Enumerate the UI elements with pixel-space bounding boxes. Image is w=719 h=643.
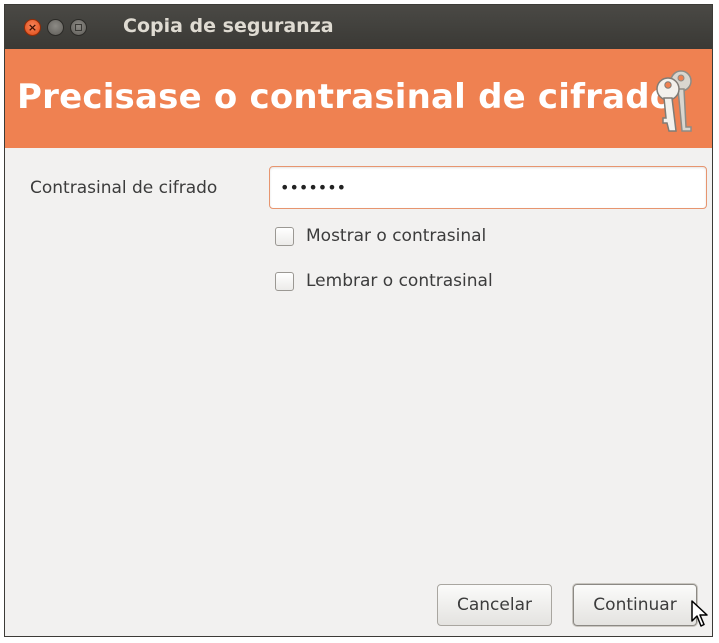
remember-password-label[interactable]: Lembrar o contrasinal bbox=[306, 271, 493, 291]
banner-title: Precisase o contrasinal de cifrado bbox=[17, 77, 674, 117]
header-banner: Precisase o contrasinal de cifrado bbox=[5, 49, 712, 148]
backup-password-dialog: × Copia de seguranza Precisase o contras… bbox=[4, 4, 713, 637]
show-password-option[interactable]: Mostrar o contrasinal bbox=[275, 223, 486, 249]
maximize-window-button[interactable] bbox=[70, 19, 87, 36]
show-password-checkbox[interactable] bbox=[275, 226, 294, 246]
close-window-button[interactable]: × bbox=[24, 19, 41, 36]
cancel-button[interactable]: Cancelar bbox=[437, 584, 552, 626]
close-icon: × bbox=[27, 21, 38, 34]
remember-password-option[interactable]: Lembrar o contrasinal bbox=[275, 268, 493, 294]
continue-button[interactable]: Continuar bbox=[573, 584, 697, 626]
mouse-pointer-icon bbox=[691, 600, 708, 627]
title-bar: × Copia de seguranza bbox=[5, 5, 712, 49]
maximize-icon bbox=[75, 24, 82, 31]
minimize-window-button[interactable] bbox=[47, 19, 64, 36]
password-input[interactable] bbox=[269, 166, 707, 209]
password-label: Contrasinal de cifrado bbox=[30, 178, 218, 198]
keys-icon bbox=[656, 70, 692, 132]
show-password-label[interactable]: Mostrar o contrasinal bbox=[306, 226, 486, 246]
window-title: Copia de seguranza bbox=[123, 15, 334, 37]
remember-password-checkbox[interactable] bbox=[275, 271, 294, 291]
